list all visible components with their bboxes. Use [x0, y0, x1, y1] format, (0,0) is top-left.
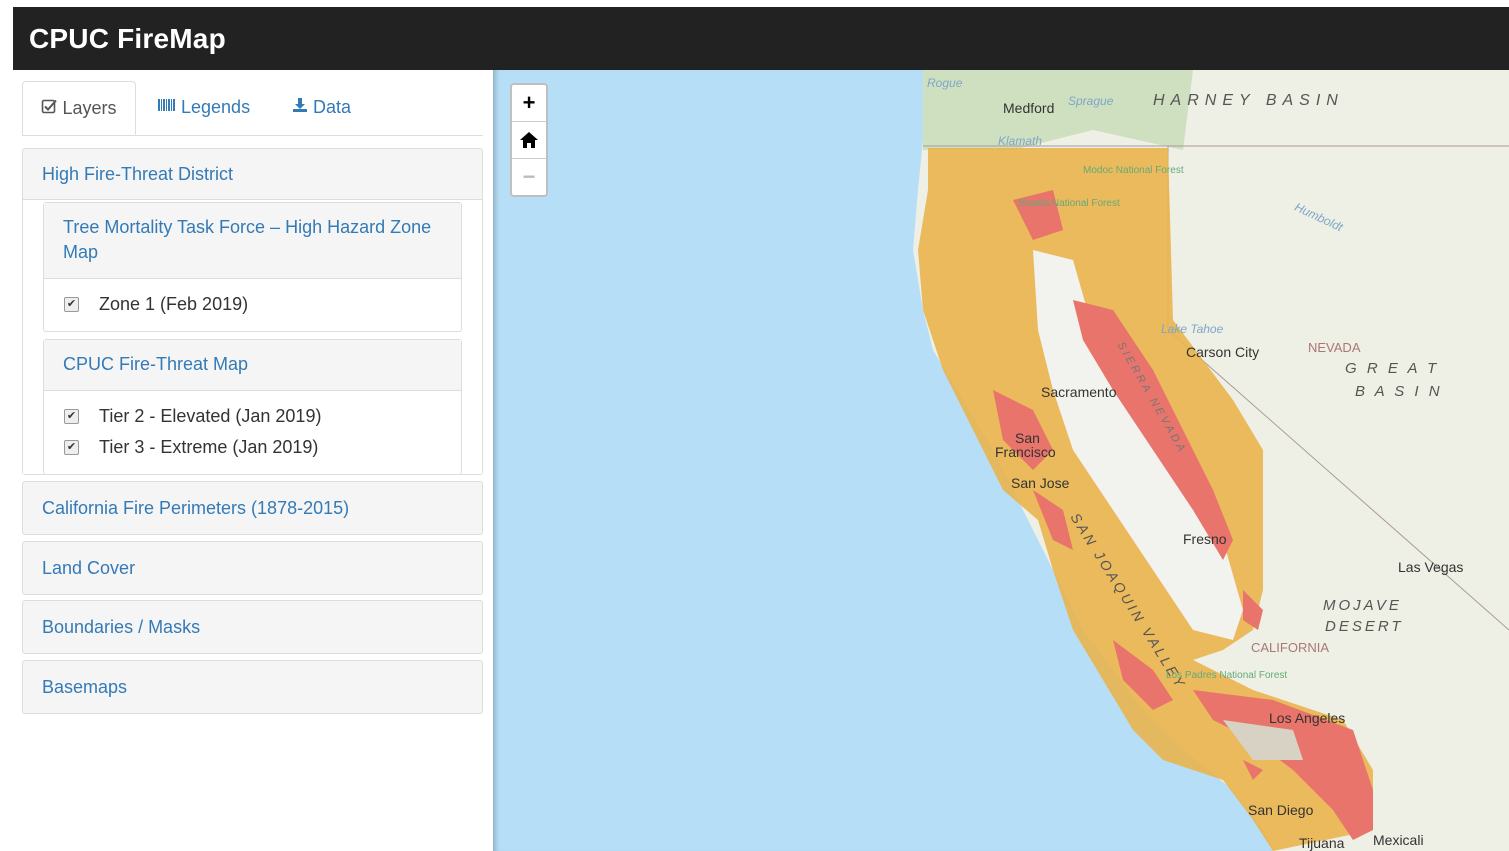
- map-view[interactable]: + − Medford HARNEY BASIN Carson City NEV…: [493, 70, 1509, 851]
- panel-fire-perimeters-header[interactable]: California Fire Perimeters (1878-2015): [23, 482, 482, 534]
- map-label-san-diego: San Diego: [1248, 802, 1314, 818]
- map-label-sprague: Sprague: [1068, 94, 1114, 108]
- forest-area: [923, 70, 1193, 150]
- subpanel-tree-mortality-header[interactable]: Tree Mortality Task Force – High Hazard …: [44, 203, 461, 279]
- fire-threat-items: ✔ Tier 2 - Elevated (Jan 2019) ✔ Tier 3 …: [44, 391, 461, 463]
- zoom-control: + −: [510, 83, 548, 197]
- map-label-mojave: MOJAVE: [1323, 597, 1402, 614]
- map-label-los-padres: Los Padres National Forest: [1166, 670, 1288, 681]
- map-label-shasta: Shasta National Forest: [1018, 198, 1120, 209]
- panel-fire-perimeters[interactable]: California Fire Perimeters (1878-2015): [22, 481, 483, 535]
- zoom-out-button[interactable]: −: [512, 159, 546, 195]
- tree-mortality-items: ✔ Zone 1 (Feb 2019): [44, 279, 461, 320]
- panel-boundaries-masks[interactable]: Boundaries / Masks: [22, 600, 483, 654]
- tier-2-checkbox[interactable]: ✔: [64, 409, 79, 424]
- panel-high-fire-threat: High Fire-Threat District Tree Mortality…: [22, 148, 483, 475]
- panel-basemaps-header[interactable]: Basemaps: [23, 661, 482, 713]
- map-label-fresno: Fresno: [1183, 531, 1227, 547]
- panel-basemaps[interactable]: Basemaps: [22, 660, 483, 714]
- zoom-in-button[interactable]: +: [512, 85, 546, 122]
- app-root: CPUC FireMap Layers Legends Data High Fi…: [0, 0, 1509, 851]
- map-basemap: [913, 70, 1509, 851]
- panel-high-fire-threat-body: Tree Mortality Task Force – High Hazard …: [23, 200, 482, 475]
- zone-1-checkbox[interactable]: ✔: [64, 297, 79, 312]
- tab-layers-label: Layers: [62, 97, 117, 118]
- layer-tier-3[interactable]: ✔ Tier 3 - Extreme (Jan 2019): [44, 432, 461, 463]
- map-label-basin: B A S I N: [1355, 383, 1443, 400]
- download-icon: [292, 97, 308, 118]
- map-label-san-jose: San Jose: [1011, 475, 1070, 491]
- sidebar-tabs: Layers Legends Data: [22, 81, 483, 136]
- sidebar: Layers Legends Data High Fire-Threat Dis…: [13, 70, 493, 851]
- map-label-great: G R E A T: [1345, 360, 1440, 377]
- panel-land-cover-header[interactable]: Land Cover: [23, 542, 482, 594]
- map-label-medford: Medford: [1003, 100, 1055, 116]
- layer-zone-1[interactable]: ✔ Zone 1 (Feb 2019): [44, 289, 461, 320]
- tab-data-label: Data: [313, 97, 352, 117]
- map-label-nevada: NEVADA: [1308, 340, 1361, 355]
- zone-1-label: Zone 1 (Feb 2019): [99, 294, 249, 314]
- check-square-icon: [41, 98, 58, 119]
- map-label-tijuana: Tijuana: [1299, 835, 1345, 851]
- top-navbar: CPUC FireMap: [13, 7, 1509, 70]
- subpanel-fire-threat: CPUC Fire-Threat Map ✔ Tier 2 - Elevated…: [43, 339, 462, 475]
- tier-3-label: Tier 3 - Extreme (Jan 2019): [99, 437, 319, 457]
- tier-2-label: Tier 2 - Elevated (Jan 2019): [99, 406, 322, 426]
- map-label-desert: DESERT: [1325, 618, 1404, 635]
- map-label-san-francisco-2: Francisco: [995, 444, 1056, 460]
- layer-tier-2[interactable]: ✔ Tier 2 - Elevated (Jan 2019): [44, 401, 461, 432]
- map-label-sacramento: Sacramento: [1041, 384, 1117, 400]
- map-label-carson-city: Carson City: [1186, 344, 1260, 360]
- home-icon: [520, 132, 538, 148]
- panel-boundaries-masks-header[interactable]: Boundaries / Masks: [23, 601, 482, 653]
- map-label-klamath: Klamath: [998, 134, 1043, 148]
- map-label-modoc: Modoc National Forest: [1083, 165, 1184, 176]
- map-label-mexicali: Mexicali: [1373, 832, 1424, 848]
- map-label-rogue: Rogue: [927, 76, 963, 90]
- panel-high-fire-threat-header[interactable]: High Fire-Threat District: [23, 149, 482, 200]
- tab-legends-label: Legends: [181, 97, 251, 117]
- subpanel-tree-mortality: Tree Mortality Task Force – High Hazard …: [43, 202, 462, 332]
- map-label-lake-tahoe: Lake Tahoe: [1161, 322, 1224, 336]
- tab-data[interactable]: Data: [292, 81, 351, 134]
- map-label-harney-basin: HARNEY BASIN: [1153, 92, 1344, 109]
- subpanel-fire-threat-header[interactable]: CPUC Fire-Threat Map: [44, 340, 461, 391]
- map-label-las-vegas: Las Vegas: [1398, 559, 1464, 575]
- home-button[interactable]: [512, 122, 546, 159]
- tab-legends[interactable]: Legends: [158, 81, 250, 134]
- barcode-icon: [158, 98, 176, 117]
- panel-land-cover[interactable]: Land Cover: [22, 541, 483, 595]
- tab-layers[interactable]: Layers: [22, 81, 136, 135]
- tier-3-checkbox[interactable]: ✔: [64, 440, 79, 455]
- app-title: CPUC FireMap: [29, 22, 226, 54]
- map-label-los-angeles: Los Angeles: [1269, 710, 1346, 726]
- map-label-california: CALIFORNIA: [1251, 640, 1330, 655]
